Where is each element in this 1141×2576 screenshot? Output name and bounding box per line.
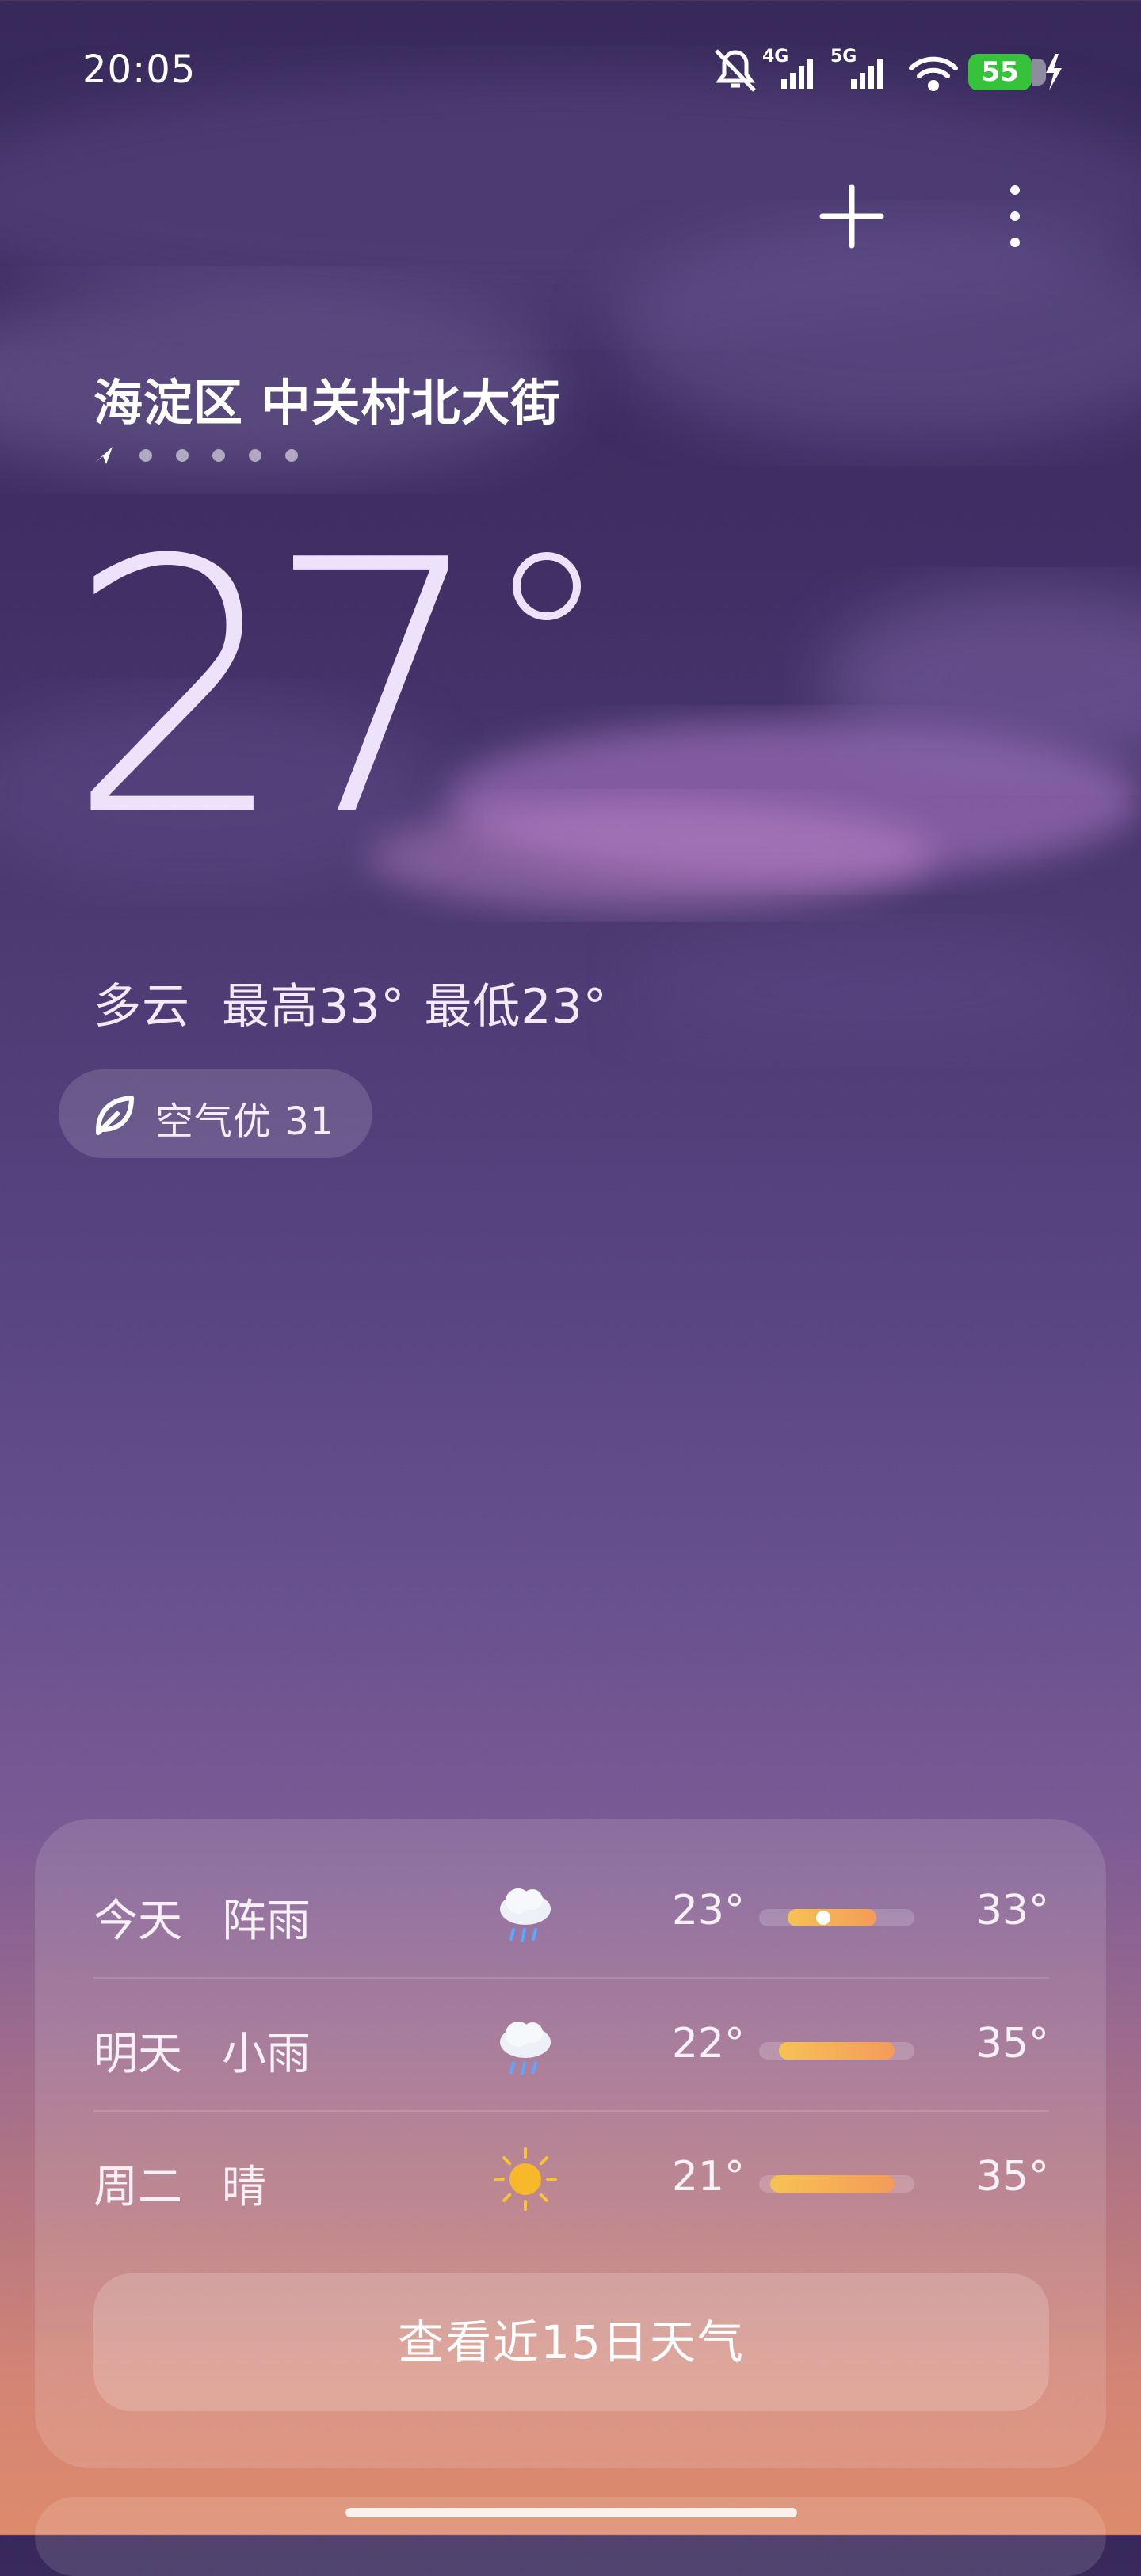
temperature-range-bar bbox=[759, 1909, 914, 1926]
add-icon bbox=[819, 184, 884, 249]
location-title[interactable]: 海淀区 中关村北大街 bbox=[93, 363, 561, 434]
forecast-row[interactable]: 今天 阵雨 23° 33° bbox=[93, 1846, 1049, 1979]
forecast-high: 33° bbox=[975, 1887, 1049, 1934]
add-button[interactable] bbox=[816, 181, 887, 252]
svg-text:5G: 5G bbox=[830, 47, 857, 67]
forecast-condition: 小雨 bbox=[222, 2029, 311, 2080]
sun-icon bbox=[494, 2147, 557, 2211]
page-dot bbox=[212, 449, 225, 462]
temperature-range-bar bbox=[759, 2175, 914, 2193]
today-low: 最低23° bbox=[424, 979, 608, 1035]
current-condition: 多云 bbox=[93, 979, 190, 1035]
status-time: 20:05 bbox=[82, 48, 197, 92]
forecast-row[interactable]: 明天 小雨 22° 35° bbox=[93, 1979, 1049, 2112]
forecast-condition: 阵雨 bbox=[222, 1896, 311, 1947]
forecast-condition: 晴 bbox=[222, 2162, 266, 2213]
temperature-range-fill bbox=[779, 2042, 895, 2060]
weather-summary: 多云 最高33° 最低23° bbox=[93, 968, 639, 1037]
forecast-day: 今天 bbox=[93, 1896, 182, 1947]
leaf-icon bbox=[96, 1096, 134, 1135]
battery-tip bbox=[1032, 59, 1046, 86]
page-dot bbox=[176, 449, 189, 462]
signal-5g-icon: 5G bbox=[830, 47, 883, 89]
forecast-high: 35° bbox=[975, 2020, 1049, 2067]
rain-cloud-icon bbox=[500, 1888, 551, 1942]
rain-cloud-icon bbox=[500, 2022, 551, 2075]
today-high: 最高33° bbox=[222, 979, 406, 1035]
forecast-low: 21° bbox=[671, 2153, 745, 2201]
temperature-range-fill bbox=[788, 1909, 877, 1926]
forecast-day: 明天 bbox=[93, 2029, 182, 2080]
forecast-low: 22° bbox=[671, 2020, 745, 2067]
temperature-range-bar bbox=[759, 2042, 914, 2060]
svg-text:4G: 4G bbox=[762, 47, 788, 67]
more-button[interactable] bbox=[979, 181, 1051, 252]
temperature-range-fill bbox=[770, 2175, 895, 2193]
forecast-row[interactable]: 周二 晴 21° 35° bbox=[93, 2112, 1049, 2245]
signal-4g-icon: 4G bbox=[762, 47, 813, 89]
forecast-high: 35° bbox=[975, 2153, 1049, 2201]
page-dot bbox=[285, 449, 298, 462]
page-indicator bbox=[95, 447, 298, 464]
degree-symbol bbox=[513, 552, 581, 620]
charging-icon bbox=[1046, 54, 1062, 90]
home-indicator[interactable] bbox=[345, 2508, 797, 2517]
wifi-icon bbox=[909, 56, 958, 91]
location-arrow-icon bbox=[95, 447, 113, 464]
forecast-day: 周二 bbox=[93, 2162, 182, 2213]
page-dot bbox=[139, 449, 152, 462]
bell-muted-icon bbox=[715, 49, 756, 92]
air-quality-label: 空气优 31 bbox=[155, 1099, 335, 1144]
more-icon bbox=[1010, 185, 1020, 247]
current-temperature: 27 bbox=[67, 486, 487, 892]
page-dot bbox=[249, 449, 261, 462]
view-15-day-label: 查看近15日天气 bbox=[398, 2315, 745, 2369]
battery-icon: 55 bbox=[968, 54, 1032, 90]
forecast-low: 23° bbox=[671, 1887, 745, 1934]
